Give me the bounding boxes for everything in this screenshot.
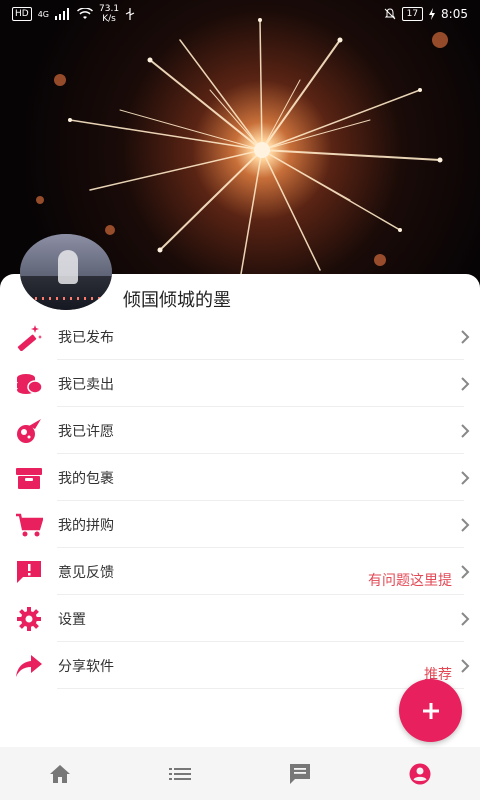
- menu-item-label: 我已卖出: [58, 376, 114, 393]
- signal-type: 4G: [37, 9, 49, 19]
- avatar[interactable]: [20, 234, 112, 310]
- divider: [57, 688, 464, 689]
- chevron-right-icon: [461, 611, 470, 626]
- nav-list[interactable]: [120, 747, 240, 800]
- mute-bell-icon: [384, 8, 395, 20]
- hd-badge: HD: [12, 7, 32, 21]
- menu-item-published[interactable]: 我已发布: [0, 313, 480, 360]
- menu-item-sold[interactable]: 我已卖出: [0, 360, 480, 407]
- chevron-right-icon: [461, 658, 470, 673]
- clock: 8:05: [441, 7, 468, 21]
- status-bar-right: 17 8:05: [384, 7, 468, 21]
- menu-item-share[interactable]: 分享软件 推荐: [0, 642, 480, 689]
- menu-item-label: 设置: [58, 611, 86, 628]
- profile-icon: [409, 763, 431, 784]
- avatar-lights: [28, 297, 104, 300]
- add-fab-button[interactable]: [399, 679, 462, 742]
- network-speed: 73.1 K/s: [99, 4, 119, 24]
- status-bar: HD 4G 73.1 K/s 17 8:05: [0, 0, 480, 28]
- share-arrow-icon: [15, 652, 43, 680]
- menu-item-feedback[interactable]: 意见反馈 有问题这里提: [0, 548, 480, 595]
- chevron-right-icon: [461, 564, 470, 579]
- usb-icon: [125, 8, 135, 20]
- profile-menu: 我已发布 我已卖出 我已许愿 我的包裹 我的拼购 意见反馈 有问题这里提 设置 …: [0, 313, 480, 689]
- cell-signal-icon: [55, 8, 69, 20]
- chevron-right-icon: [461, 423, 470, 438]
- status-bar-left: HD 4G 73.1 K/s: [12, 4, 135, 24]
- menu-item-label: 意见反馈: [58, 564, 114, 581]
- chevron-right-icon: [461, 470, 470, 485]
- network-speed-value: 73.1: [99, 4, 120, 14]
- plus-icon: [422, 702, 439, 719]
- feedback-hint: 有问题这里提: [368, 573, 452, 589]
- battery-indicator: 17: [401, 7, 424, 21]
- bottom-navigation: [0, 747, 480, 800]
- menu-item-label: 我已许愿: [58, 423, 114, 440]
- wifi-icon: [77, 8, 93, 19]
- coins-icon: [15, 370, 43, 398]
- menu-item-label: 我已发布: [58, 329, 114, 346]
- menu-item-wished[interactable]: 我已许愿: [0, 407, 480, 454]
- chevron-right-icon: [461, 517, 470, 532]
- nav-messages[interactable]: [240, 747, 360, 800]
- magic-wand-icon: [15, 323, 43, 351]
- shopping-cart-icon: [15, 511, 43, 539]
- feedback-icon: [15, 558, 43, 586]
- charging-icon: [429, 8, 436, 20]
- avatar-figure: [58, 250, 78, 284]
- wish-meteor-icon: [15, 417, 43, 445]
- menu-item-label: 我的拼购: [58, 517, 114, 534]
- message-icon: [290, 763, 310, 784]
- menu-item-group-buy[interactable]: 我的拼购: [0, 501, 480, 548]
- chevron-right-icon: [461, 329, 470, 344]
- settings-gear-icon: [15, 605, 43, 633]
- username: 倾国倾城的墨: [123, 290, 231, 311]
- nav-home[interactable]: [0, 747, 120, 800]
- package-box-icon: [15, 464, 43, 492]
- network-speed-unit: K/s: [102, 14, 116, 24]
- list-icon: [169, 767, 191, 780]
- menu-item-settings[interactable]: 设置: [0, 595, 480, 642]
- nav-profile[interactable]: [360, 747, 480, 800]
- menu-item-packages[interactable]: 我的包裹: [0, 454, 480, 501]
- menu-item-label: 分享软件: [58, 658, 114, 675]
- home-icon: [50, 764, 70, 783]
- menu-item-label: 我的包裹: [58, 470, 114, 487]
- chevron-right-icon: [461, 376, 470, 391]
